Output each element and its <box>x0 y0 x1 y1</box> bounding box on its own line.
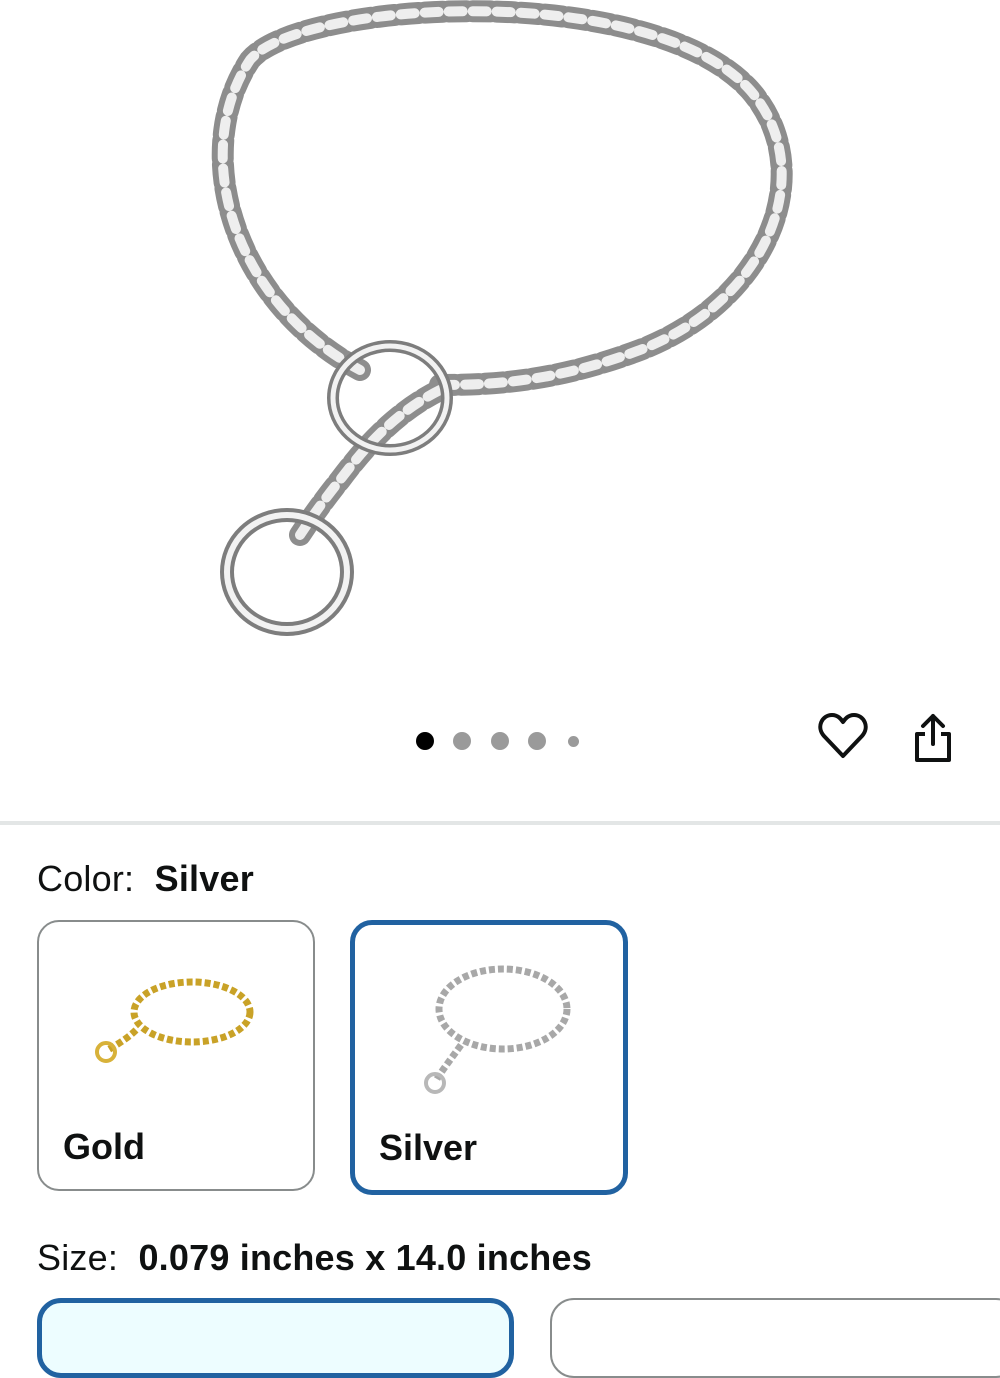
product-image-carousel[interactable] <box>0 0 1000 820</box>
section-divider <box>0 821 1000 825</box>
share-button[interactable] <box>911 712 967 768</box>
gold-collar-thumbnail <box>95 978 254 1063</box>
heart-icon <box>818 713 868 758</box>
pagination-dot[interactable] <box>491 732 509 750</box>
pagination-dot[interactable] <box>568 736 579 747</box>
pagination-dot[interactable] <box>528 732 546 750</box>
size-label: Size: <box>37 1237 119 1278</box>
color-option-label: Gold <box>63 1126 145 1167</box>
color-option-label: Silver <box>379 1127 478 1168</box>
favorite-button[interactable] <box>818 712 874 768</box>
color-label: Color: <box>37 858 135 899</box>
silver-collar-thumbnail <box>424 965 571 1094</box>
size-label-row: Size: 0.079 inches x 14.0 inches <box>37 1237 592 1279</box>
product-image <box>211 0 793 636</box>
pagination-dot[interactable] <box>453 732 471 750</box>
size-option-selected[interactable] <box>37 1298 514 1378</box>
share-icon <box>915 714 951 762</box>
color-label-row: Color: Silver <box>37 858 254 900</box>
size-option[interactable] <box>550 1298 1000 1378</box>
image-pagination-dots[interactable] <box>410 730 590 752</box>
pagination-dot[interactable] <box>416 732 434 750</box>
color-option-gold[interactable]: Gold <box>37 920 315 1191</box>
selected-color-value: Silver <box>154 858 254 899</box>
selected-size-value: 0.079 inches x 14.0 inches <box>138 1237 592 1278</box>
color-option-silver[interactable]: Silver <box>350 920 628 1195</box>
